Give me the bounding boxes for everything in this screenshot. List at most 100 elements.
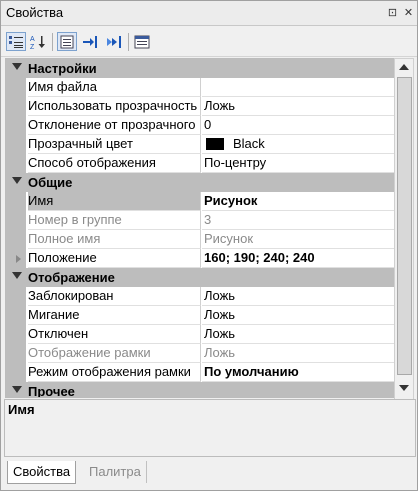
pin-icon[interactable]: ⊡ xyxy=(386,6,399,19)
property-value: 3 xyxy=(202,211,394,230)
property-row-group-number[interactable]: Номер в группе 3 xyxy=(6,211,394,230)
property-row-full-name[interactable]: Полное имя Рисунок xyxy=(6,230,394,249)
tab-properties[interactable]: Свойства xyxy=(7,461,77,484)
property-row-frame-display[interactable]: Отображение рамки Ложь xyxy=(6,344,394,363)
property-name: Отображение рамки xyxy=(28,344,201,363)
collapse-icon[interactable] xyxy=(12,272,22,279)
collapse-icon[interactable] xyxy=(12,177,22,184)
color-swatch xyxy=(206,138,224,150)
property-value[interactable]: Ложь xyxy=(202,325,394,344)
category-label: Отображение xyxy=(28,270,115,285)
row-gutter xyxy=(6,325,26,344)
property-name: Имя файла xyxy=(28,78,201,97)
row-gutter xyxy=(6,344,26,363)
property-row-disabled[interactable]: Отключен Ложь xyxy=(6,325,394,344)
properties-panel: Свойства ⊡ ✕ A Z Настройки Имя файла Исп… xyxy=(0,0,418,491)
property-name: Положение xyxy=(28,249,201,268)
category-display[interactable]: Отображение xyxy=(6,268,394,287)
property-row-blinking[interactable]: Мигание Ложь xyxy=(6,306,394,325)
vertical-scrollbar[interactable] xyxy=(394,58,414,400)
categorized-icon xyxy=(9,35,23,48)
categorized-button[interactable] xyxy=(6,32,26,51)
toolbar-separator xyxy=(128,33,129,51)
row-gutter xyxy=(6,116,26,135)
property-value[interactable]: Ложь xyxy=(202,306,394,325)
property-name: Отклонение от прозрачного xyxy=(28,116,201,135)
collapse-icon[interactable] xyxy=(12,63,22,70)
row-gutter xyxy=(6,78,26,97)
description-title: Имя xyxy=(8,402,35,417)
property-name: Использовать прозрачность xyxy=(28,97,201,116)
category-label: Настройки xyxy=(28,61,97,76)
property-name: Заблокирован xyxy=(28,287,201,306)
property-grid: Настройки Имя файла Использовать прозрач… xyxy=(5,58,395,398)
row-gutter xyxy=(6,306,26,325)
toolbar-separator xyxy=(52,33,53,51)
property-name: Отключен xyxy=(28,325,201,344)
property-row-display-mode[interactable]: Способ отображения По-центру xyxy=(6,154,394,173)
row-gutter xyxy=(6,154,26,173)
property-row-name[interactable]: Имя Рисунок xyxy=(6,192,394,211)
row-gutter xyxy=(6,192,26,211)
panel-title: Свойства xyxy=(6,5,64,20)
scroll-up-icon[interactable] xyxy=(399,64,409,70)
events-icon xyxy=(83,35,97,48)
property-value[interactable] xyxy=(202,78,394,97)
category-settings[interactable]: Настройки xyxy=(6,59,394,78)
property-value: Ложь xyxy=(202,344,394,363)
property-row-frame-mode[interactable]: Режим отображения рамки По умолчанию xyxy=(6,363,394,382)
property-name: Способ отображения xyxy=(28,154,201,173)
property-row-transparent-color[interactable]: Прозрачный цвет Black xyxy=(6,135,394,154)
scroll-down-icon[interactable] xyxy=(399,385,409,391)
property-row-locked[interactable]: Заблокирован Ложь xyxy=(6,287,394,306)
property-name: Режим отображения рамки xyxy=(28,363,201,382)
tab-palette[interactable]: Палитра xyxy=(84,461,147,483)
row-gutter xyxy=(6,97,26,116)
property-name: Мигание xyxy=(28,306,201,325)
methods-icon xyxy=(107,35,121,48)
property-row-use-transparency[interactable]: Использовать прозрачность Ложь xyxy=(6,97,394,116)
category-label: Общие xyxy=(28,175,73,190)
row-gutter xyxy=(6,363,26,382)
row-gutter xyxy=(6,211,26,230)
property-row-transparency-deviation[interactable]: Отклонение от прозрачного 0 xyxy=(6,116,394,135)
property-value[interactable]: 0 xyxy=(202,116,394,135)
properties-icon xyxy=(60,35,74,48)
properties-button[interactable] xyxy=(57,32,77,51)
methods-button[interactable] xyxy=(105,33,123,50)
category-label: Прочее xyxy=(28,384,75,398)
property-name: Номер в группе xyxy=(28,211,201,230)
property-value[interactable]: Ложь xyxy=(202,97,394,116)
expand-icon[interactable] xyxy=(16,255,21,263)
alphabetical-button[interactable]: A Z xyxy=(29,33,47,50)
close-icon[interactable]: ✕ xyxy=(402,6,415,19)
property-name: Прозрачный цвет xyxy=(28,135,201,154)
row-gutter xyxy=(6,135,26,154)
alphabetical-icon: A Z xyxy=(30,35,45,50)
property-pages-button[interactable] xyxy=(133,33,151,50)
description-pane: Имя xyxy=(4,399,416,457)
property-value[interactable]: По-центру xyxy=(202,154,394,173)
category-general[interactable]: Общие xyxy=(6,173,394,192)
property-row-file-name[interactable]: Имя файла xyxy=(6,78,394,97)
title-bar: Свойства ⊡ ✕ xyxy=(1,1,417,26)
property-value: Рисунок xyxy=(202,230,394,249)
svg-text:Z: Z xyxy=(30,44,35,50)
property-value[interactable]: 160; 190; 240; 240 xyxy=(202,249,394,268)
events-button[interactable] xyxy=(81,33,99,50)
scroll-thumb[interactable] xyxy=(397,77,412,375)
property-pages-icon xyxy=(134,35,150,48)
row-gutter xyxy=(6,230,26,249)
property-value[interactable]: По умолчанию xyxy=(202,363,394,382)
property-value[interactable]: Black xyxy=(202,135,394,154)
property-row-position[interactable]: Положение 160; 190; 240; 240 xyxy=(6,249,394,268)
property-name: Имя xyxy=(28,192,201,211)
color-name: Black xyxy=(233,136,265,151)
tab-strip: Свойства Палитра xyxy=(1,459,417,489)
collapse-icon[interactable] xyxy=(12,386,22,393)
category-other[interactable]: Прочее xyxy=(6,382,394,398)
property-value[interactable]: Ложь xyxy=(202,287,394,306)
row-gutter xyxy=(6,249,26,268)
property-value[interactable]: Рисунок xyxy=(202,192,394,211)
property-name: Полное имя xyxy=(28,230,201,249)
